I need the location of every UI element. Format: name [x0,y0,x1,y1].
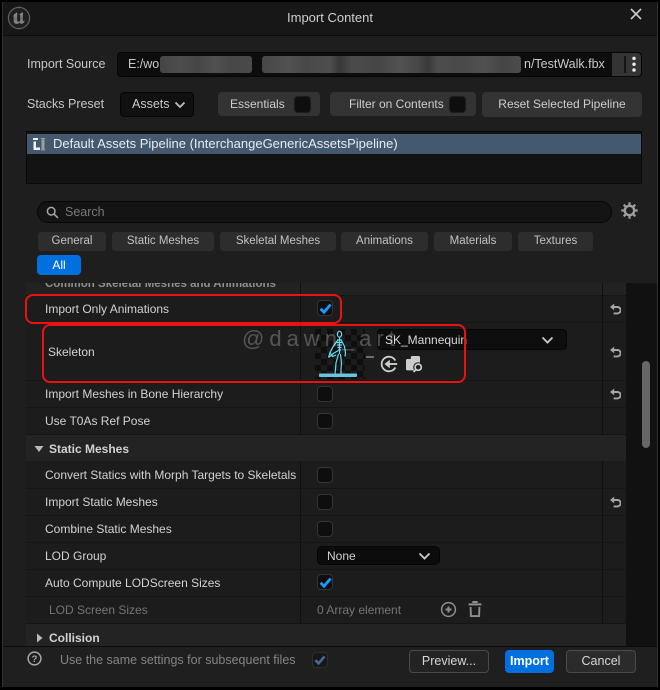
svg-text:?: ? [32,654,38,665]
